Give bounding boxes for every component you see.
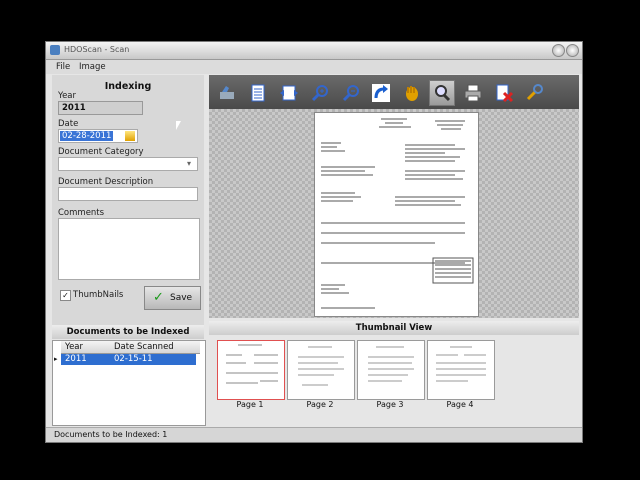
table-row[interactable]: 2011 02-15-11 <box>61 354 196 365</box>
row-year: 2011 <box>65 354 87 364</box>
comments-field[interactable] <box>58 218 200 280</box>
rotate-icon[interactable] <box>369 81 393 105</box>
thumbnail-label-4: Page 4 <box>446 400 474 409</box>
thumbnail-label-3: Page 3 <box>376 400 404 409</box>
app-window: HDOScan - Scan File Image Indexing Year … <box>45 41 583 443</box>
thumbnail-view-heading: Thumbnail View <box>209 321 579 335</box>
thumbnail-page-4[interactable] <box>427 340 495 400</box>
toolbar <box>209 75 579 109</box>
year-label: Year <box>58 91 76 101</box>
row-pointer-icon: ▸ <box>54 355 58 363</box>
mouse-cursor-icon <box>176 121 181 130</box>
delete-page-icon[interactable] <box>492 81 516 105</box>
indexing-panel: Indexing Year 2011 Date 02-28-2011 Docum… <box>52 75 204 325</box>
comments-label: Comments <box>58 208 105 218</box>
document-content-graphic <box>321 118 474 309</box>
date-label: Date <box>58 119 79 129</box>
column-header-year[interactable]: Year <box>61 341 114 354</box>
magnifier-icon[interactable] <box>429 80 455 106</box>
column-header-date-scanned[interactable]: Date Scanned <box>110 341 200 354</box>
thumbnails-checkbox[interactable]: ✓ <box>60 290 71 301</box>
scanned-document-preview <box>314 112 479 317</box>
documents-to-index-heading: Documents to be Indexed <box>52 325 204 339</box>
description-field[interactable] <box>58 187 198 201</box>
save-button[interactable]: ✓ Save <box>144 286 201 310</box>
close-button[interactable] <box>566 44 579 57</box>
chevron-down-icon[interactable]: ▾ <box>187 159 191 168</box>
status-bar: Documents to be Indexed: 1 <box>46 427 582 442</box>
thumbnails-label: ThumbNails <box>73 290 124 300</box>
fit-width-icon[interactable] <box>277 81 301 105</box>
thumbnail-page-2[interactable] <box>287 340 355 400</box>
page-list-icon[interactable] <box>246 81 270 105</box>
thumbnail-label-2: Page 2 <box>306 400 334 409</box>
print-icon[interactable] <box>461 81 485 105</box>
window-title: HDOScan - Scan <box>64 45 130 54</box>
thumbnail-page-1[interactable] <box>217 340 285 400</box>
category-dropdown[interactable]: ▾ <box>58 157 198 171</box>
date-value: 02-28-2011 <box>60 131 114 141</box>
checkmark-icon: ✓ <box>153 290 164 305</box>
zoom-out-icon[interactable] <box>339 81 363 105</box>
settings-icon[interactable] <box>522 81 546 105</box>
category-label: Document Category <box>58 147 144 157</box>
status-text: Documents to be Indexed: 1 <box>54 430 168 439</box>
documents-grid[interactable]: Year Date Scanned ▸ 2011 02-15-11 <box>52 340 206 426</box>
date-field[interactable]: 02-28-2011 <box>58 129 138 143</box>
scan-icon[interactable] <box>215 81 239 105</box>
thumbnail-label-1: Page 1 <box>236 400 264 409</box>
minimize-button[interactable] <box>552 44 565 57</box>
menu-image[interactable]: Image <box>79 62 106 72</box>
menu-bar: File Image <box>46 60 582 74</box>
save-button-label: Save <box>170 293 193 303</box>
thumbnail-strip: Page 1 Page 2 Page 3 Page 4 <box>209 336 579 424</box>
calendar-icon[interactable] <box>125 131 135 141</box>
document-viewer[interactable] <box>209 109 579 318</box>
row-date-scanned: 02-15-11 <box>114 354 153 364</box>
description-label: Document Description <box>58 177 154 187</box>
thumbnail-page-3[interactable] <box>357 340 425 400</box>
zoom-in-icon[interactable] <box>308 81 332 105</box>
year-field[interactable]: 2011 <box>58 101 143 115</box>
title-bar[interactable]: HDOScan - Scan <box>46 42 582 60</box>
app-icon <box>50 45 60 55</box>
menu-file[interactable]: File <box>56 62 70 72</box>
pan-hand-icon[interactable] <box>400 81 424 105</box>
